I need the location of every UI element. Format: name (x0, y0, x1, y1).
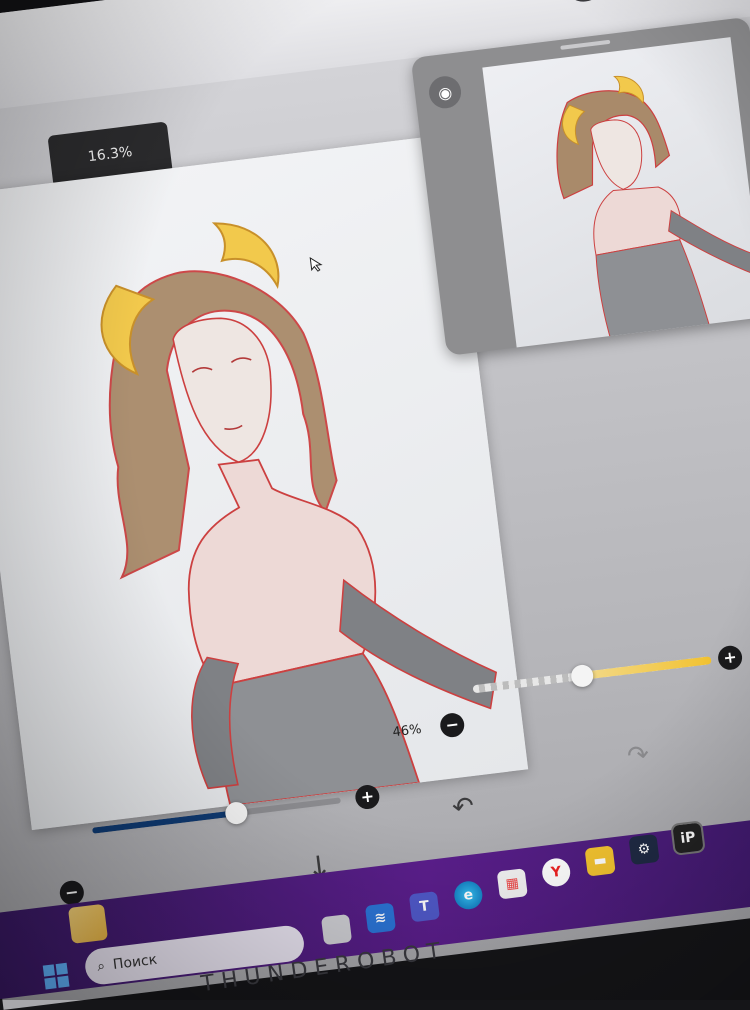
opacity-slider-fill (582, 656, 712, 680)
face-shape (172, 317, 272, 464)
task-view-icon[interactable] (320, 913, 353, 946)
store-icon[interactable]: ▦ (496, 868, 528, 900)
camera-icon[interactable]: ◉ (427, 74, 463, 111)
search-placeholder: Поиск (112, 951, 159, 974)
thumb-dress (595, 239, 712, 345)
files-folder-icon[interactable]: ▬ (584, 845, 616, 877)
ipaint-app-icon[interactable]: iP (670, 820, 706, 856)
windows-start-icon[interactable] (42, 962, 70, 990)
teams-icon[interactable]: T (408, 891, 441, 923)
torso-shape (187, 458, 377, 688)
navigator-thumbnail-artwork (556, 76, 750, 345)
opacity-plus-button[interactable]: + (716, 644, 744, 672)
yandex-browser-icon[interactable]: Y (540, 856, 572, 888)
brush-size-slider-thumb[interactable] (224, 800, 249, 826)
zoom-level-label: 16.3% (87, 143, 134, 166)
navigator-preview (482, 37, 750, 356)
edge-icon[interactable]: e (452, 879, 484, 911)
undo-icon[interactable]: ↶ (451, 791, 476, 823)
redo-icon[interactable]: ↷ (626, 739, 651, 771)
settings-gear-icon[interactable]: ⚙ (628, 833, 660, 866)
thumb-face (590, 119, 643, 190)
search-icon: ⌕ (96, 958, 107, 975)
mouse-cursor-icon (309, 256, 323, 272)
opacity-slider-thumb[interactable] (570, 663, 595, 689)
stack-app-icon[interactable]: ≋ (364, 902, 397, 934)
navigator-drag-handle[interactable] (560, 39, 611, 50)
file-explorer-icon[interactable] (67, 903, 109, 944)
navigator-panel[interactable]: ◉ (410, 16, 750, 356)
